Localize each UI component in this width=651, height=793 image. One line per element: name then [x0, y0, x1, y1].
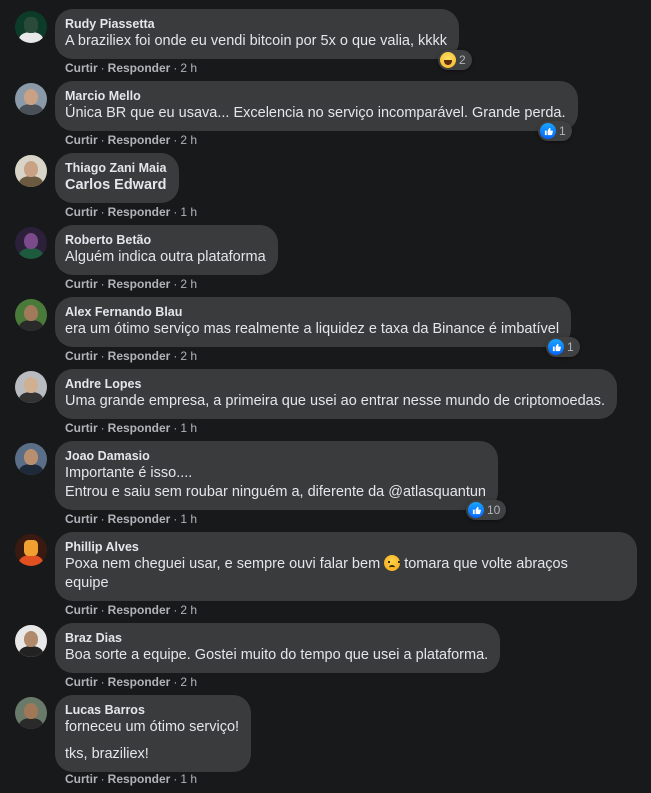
comment-bubble: Braz Dias Boa sorte a equipe. Gostei mui… [55, 623, 501, 673]
reply-button[interactable]: Responder [108, 603, 171, 617]
reaction-count[interactable]: 10 [466, 500, 507, 520]
timestamp[interactable]: 1 h [180, 772, 197, 786]
avatar[interactable] [15, 371, 47, 403]
comment-author[interactable]: Roberto Betão [65, 232, 266, 248]
like-button[interactable]: Curtir [65, 512, 98, 526]
comment-actions: Curtir · Responder · 2 h [65, 61, 198, 75]
comment-author[interactable]: Phillip Alves [65, 539, 625, 555]
comment-bubble: Lucas Barros forneceu um ótimo serviço! … [55, 695, 252, 772]
avatar[interactable] [15, 11, 47, 43]
comment-author[interactable]: Braz Dias [65, 630, 488, 646]
reply-button[interactable]: Responder [108, 772, 171, 786]
comment-bubble: Andre Lopes Uma grande empresa, a primei… [55, 369, 618, 419]
comment-actions: Curtir · Responder · 1 h [65, 205, 198, 219]
like-button[interactable]: Curtir [65, 61, 98, 75]
like-button[interactable]: Curtir [65, 205, 98, 219]
comment-author[interactable]: Thiago Zani Maia [65, 160, 167, 176]
comment-text: tomara que volte abraços [404, 556, 568, 572]
avatar[interactable] [15, 83, 47, 115]
like-button[interactable]: Curtir [65, 349, 98, 363]
comment-actions: Curtir · Responder · 2 h [65, 349, 198, 363]
comment-actions: Curtir · Responder · 2 h [65, 603, 198, 617]
comment-text: era um ótimo serviço mas realmente a liq… [65, 321, 560, 337]
timestamp[interactable]: 2 h [180, 603, 197, 617]
reaction-count[interactable]: 1 [546, 337, 580, 357]
like-icon [468, 502, 484, 518]
comment-text: Entrou e saiu sem roubar ninguém a, dife… [65, 484, 486, 500]
comment-actions: Curtir · Responder · 2 h [65, 133, 198, 147]
comment-bubble: Marcio Mello Única BR que eu usava... Ex… [55, 81, 578, 131]
reply-button[interactable]: Responder [108, 675, 171, 689]
comment-text: A braziliex foi onde eu vendi bitcoin po… [65, 33, 448, 49]
comment-text: forneceu um ótimo serviço! [65, 719, 240, 735]
comment-author[interactable]: Marcio Mello [65, 88, 566, 104]
comment-actions: Curtir · Responder · 2 h [65, 675, 198, 689]
comment-author[interactable]: Andre Lopes [65, 376, 605, 392]
comment-author[interactable]: Joao Damasio [65, 448, 486, 464]
like-button[interactable]: Curtir [65, 277, 98, 291]
comment-actions: Curtir · Responder · 2 h [65, 277, 198, 291]
avatar[interactable] [15, 534, 47, 566]
avatar[interactable] [15, 227, 47, 259]
comment-bubble: Phillip Alves Poxa nem cheguei usar, e s… [55, 532, 637, 601]
reply-button[interactable]: Responder [108, 512, 171, 526]
reply-button[interactable]: Responder [108, 349, 171, 363]
comment-text: Uma grande empresa, a primeira que usei … [65, 393, 606, 409]
comment-bubble: Joao Damasio Importante é isso.... Entro… [55, 441, 498, 510]
like-icon [540, 123, 556, 139]
comment-text: Poxa nem cheguei usar, e sempre ouvi fal… [65, 556, 381, 572]
timestamp[interactable]: 2 h [180, 133, 197, 147]
comment-bubble: Thiago Zani Maia Carlos Edward [55, 153, 179, 203]
timestamp[interactable]: 2 h [180, 675, 197, 689]
timestamp[interactable]: 2 h [180, 277, 197, 291]
reply-button[interactable]: Responder [108, 421, 171, 435]
avatar[interactable] [15, 697, 47, 729]
comment-author[interactable]: Lucas Barros [65, 702, 239, 718]
reply-button[interactable]: Responder [108, 133, 171, 147]
comment-text: Importante é isso.... [65, 465, 193, 481]
comment-bubble: Roberto Betão Alguém indica outra plataf… [55, 225, 278, 275]
comment-mention[interactable]: Carlos Edward [65, 176, 167, 195]
comment-actions: Curtir · Responder · 1 h [65, 772, 198, 786]
comment-text: tks, braziliex! [65, 746, 149, 762]
comment-text: equipe [65, 575, 109, 591]
reaction-count[interactable]: 1 [538, 121, 572, 141]
reply-button[interactable]: Responder [108, 61, 171, 75]
timestamp[interactable]: 1 h [180, 512, 197, 526]
comment-text: Alguém indica outra plataforma [65, 249, 266, 265]
reaction-count[interactable]: 2 [438, 50, 472, 70]
avatar[interactable] [15, 625, 47, 657]
like-button[interactable]: Curtir [65, 133, 98, 147]
sad-emoji-icon [384, 555, 401, 571]
avatar[interactable] [15, 299, 47, 331]
avatar[interactable] [15, 155, 47, 187]
comment-author[interactable]: Rudy Piassetta [65, 16, 447, 32]
timestamp[interactable]: 1 h [180, 205, 197, 219]
like-button[interactable]: Curtir [65, 421, 98, 435]
like-button[interactable]: Curtir [65, 603, 98, 617]
comment-bubble: Alex Fernando Blau era um ótimo serviço … [55, 297, 572, 347]
comment-actions: Curtir · Responder · 1 h [65, 421, 198, 435]
comment-bubble: Rudy Piassetta A braziliex foi onde eu v… [55, 9, 460, 59]
like-button[interactable]: Curtir [65, 675, 98, 689]
comments-panel: Rudy Piassetta A braziliex foi onde eu v… [0, 0, 651, 793]
reply-button[interactable]: Responder [108, 277, 171, 291]
timestamp[interactable]: 2 h [180, 349, 197, 363]
comment-text: Boa sorte a equipe. Gostei muito do temp… [65, 647, 489, 663]
like-button[interactable]: Curtir [65, 772, 98, 786]
haha-icon [440, 52, 456, 68]
timestamp[interactable]: 1 h [180, 421, 197, 435]
reply-button[interactable]: Responder [108, 205, 171, 219]
timestamp[interactable]: 2 h [180, 61, 197, 75]
avatar[interactable] [15, 443, 47, 475]
comment-text: Única BR que eu usava... Excelencia no s… [65, 105, 566, 121]
like-icon [548, 339, 564, 355]
comment-author[interactable]: Alex Fernando Blau [65, 304, 559, 320]
comment-actions: Curtir · Responder · 1 h [65, 512, 198, 526]
